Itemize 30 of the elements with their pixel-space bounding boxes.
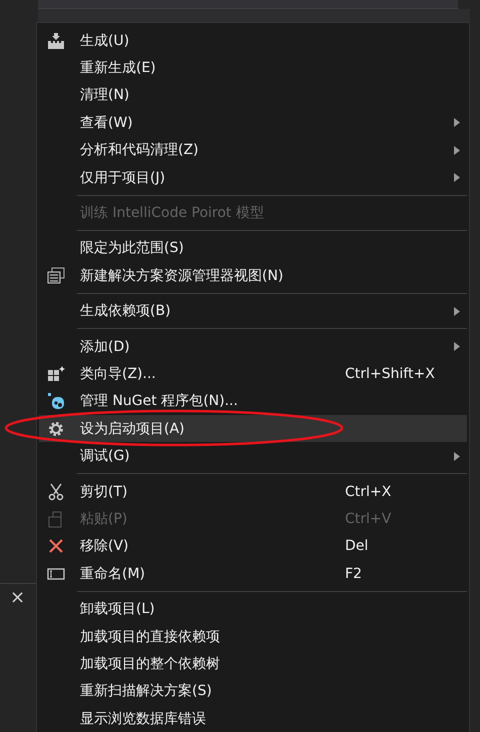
nuget-icon	[47, 392, 65, 410]
menu-item[interactable]: 查看(W)	[39, 109, 467, 137]
menu-item[interactable]: 类向导(Z)... Ctrl+Shift+X	[39, 360, 467, 388]
menu-item[interactable]: 限定为此范围(S)	[39, 234, 467, 262]
menu-item[interactable]: 清理(N)	[39, 82, 467, 110]
menu-item[interactable]: 设为启动项目(A)	[39, 415, 467, 442]
menu-item[interactable]: 分析和代码清理(Z)	[39, 136, 467, 164]
menu-item[interactable]: 生成(U)	[39, 27, 467, 54]
close-button[interactable]: ×	[6, 588, 30, 608]
menu-item[interactable]: 新建解决方案资源管理器视图(N)	[39, 262, 467, 290]
menu-item[interactable]: 剪切(T) Ctrl+X	[39, 478, 467, 506]
menu-item[interactable]: 仅用于项目(J)	[39, 164, 467, 192]
menu-item[interactable]: 管理 NuGet 程序包(N)...	[39, 388, 467, 416]
menu-item[interactable]: 添加(D)	[39, 332, 467, 360]
scissors-icon	[47, 482, 65, 501]
menu-item[interactable]: 移除(V) Del	[39, 532, 467, 560]
menu-item[interactable]: 重新扫描解决方案(S)	[39, 678, 467, 705]
menu-item[interactable]: 调试(G)	[39, 442, 467, 470]
menu-item[interactable]: 加载项目的整个依赖树	[39, 650, 467, 678]
menu-item[interactable]: 重新生成(E)	[39, 54, 467, 82]
window-icon	[47, 266, 65, 285]
close-icon	[47, 537, 65, 556]
menu-item[interactable]: 生成依赖项(B)	[39, 298, 467, 325]
settings-icon	[47, 420, 65, 438]
menu-item[interactable]: 重命名(M) F2	[39, 560, 467, 588]
menu-item[interactable]: 加载项目的直接依赖项	[39, 622, 467, 650]
menu-item[interactable]: 卸载项目(L)	[39, 595, 467, 623]
menu-item[interactable]: 显示浏览数据库错误	[39, 704, 467, 732]
build-icon	[47, 32, 65, 50]
grid-sparkle-icon	[47, 364, 65, 383]
